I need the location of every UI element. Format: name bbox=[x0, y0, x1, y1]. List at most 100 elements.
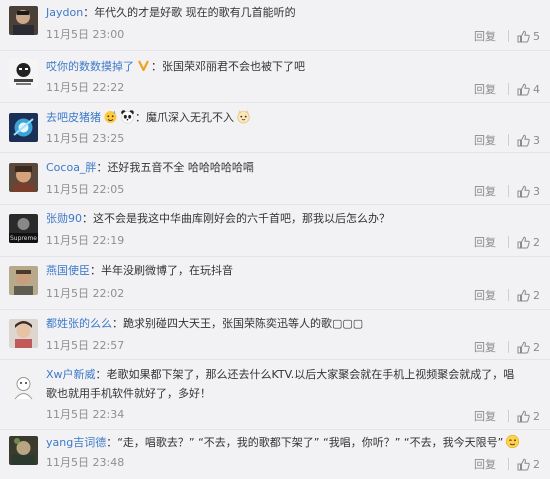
comment-time: 11月5日 22:05 bbox=[46, 183, 125, 196]
thumbs-up-icon bbox=[517, 458, 530, 470]
like-button[interactable]: 3 bbox=[517, 134, 540, 147]
like-button[interactable]: 2 bbox=[517, 341, 540, 354]
comment-separator: ： bbox=[96, 161, 108, 174]
like-count: 3 bbox=[533, 184, 540, 198]
comment-time: 11月5日 22:02 bbox=[46, 287, 125, 300]
like-count: 4 bbox=[533, 82, 540, 96]
like-count: 2 bbox=[533, 409, 540, 423]
avatar[interactable] bbox=[9, 266, 38, 295]
comment-time: 11月5日 22:34 bbox=[46, 408, 125, 421]
reply-button[interactable]: 回复 bbox=[474, 339, 496, 355]
sweat-emoji-icon bbox=[103, 109, 118, 124]
comment-text: 张国荣邓丽君不会也被下了吧 bbox=[162, 60, 305, 73]
comment-username[interactable]: yang吉词德 bbox=[46, 436, 106, 449]
reply-button[interactable]: 回复 bbox=[474, 456, 496, 472]
panda-emoji-icon bbox=[120, 109, 135, 124]
like-button[interactable]: 3 bbox=[517, 185, 540, 198]
action-divider bbox=[508, 83, 509, 95]
reply-button[interactable]: 回复 bbox=[474, 234, 496, 250]
comment-text: 年代久的才是好歌 现在的歌有几首能听的 bbox=[94, 6, 296, 19]
reply-button[interactable]: 回复 bbox=[474, 287, 496, 303]
reply-button[interactable]: 回复 bbox=[474, 28, 496, 44]
comment-item: Cocoa_胖：还好我五音不全 哈哈哈哈哈嗝 11月5日 22:05 回复 3 bbox=[0, 153, 550, 205]
avatar[interactable] bbox=[9, 163, 38, 192]
thumbs-up-icon bbox=[517, 134, 530, 146]
avatar[interactable]: Supreme bbox=[9, 214, 38, 243]
action-divider bbox=[508, 134, 509, 146]
comment-time: 11月5日 23:25 bbox=[46, 132, 125, 145]
like-button[interactable]: 2 bbox=[517, 458, 540, 471]
comment-username[interactable]: 哎你的数数摸掉了 bbox=[46, 60, 134, 73]
comment-text: 还好我五音不全 哈哈哈哈哈嗝 bbox=[107, 161, 254, 174]
like-count: 2 bbox=[533, 340, 540, 354]
thumbs-up-icon bbox=[517, 289, 530, 301]
comment-time: 11月5日 22:22 bbox=[46, 81, 125, 94]
comment-item: Supreme 张勋90：这不会是我这中华曲库刚好会的六千首吧，那我以后怎么办？… bbox=[0, 205, 550, 257]
comment-separator: ： bbox=[112, 317, 123, 330]
comment-separator: ： bbox=[106, 436, 118, 449]
comment-separator: ： bbox=[151, 60, 162, 73]
comment-separator: ： bbox=[95, 368, 107, 381]
comment-time: 11月5日 23:48 bbox=[46, 456, 125, 469]
action-divider bbox=[508, 341, 509, 353]
comment-username[interactable]: Xw户新威 bbox=[46, 368, 96, 381]
comment-username[interactable]: Jaydon bbox=[46, 6, 83, 19]
like-button[interactable]: 2 bbox=[517, 289, 540, 302]
cat-emoji-icon bbox=[236, 109, 251, 124]
avatar[interactable] bbox=[9, 113, 38, 142]
comment-item: 去吧皮猪猪 ：魔爪深入无孔不入 11月5日 23:25 回复 3 bbox=[0, 103, 550, 153]
comment-username[interactable]: 燕国使臣 bbox=[46, 264, 90, 277]
like-button[interactable]: 2 bbox=[517, 236, 540, 249]
like-count: 2 bbox=[533, 457, 540, 471]
reply-button[interactable]: 回复 bbox=[474, 81, 496, 97]
action-divider bbox=[508, 410, 509, 422]
thumbs-up-icon bbox=[517, 236, 530, 248]
comment-separator: ： bbox=[135, 111, 146, 124]
comment-text-continued: 歌也就用手机软件就好了，多好！ bbox=[46, 387, 211, 400]
reply-button[interactable]: 回复 bbox=[474, 408, 496, 424]
reply-button[interactable]: 回复 bbox=[474, 132, 496, 148]
comment-text: 跪求别碰四大天王，张国荣陈奕迅等人的歌▢▢▢ bbox=[123, 317, 364, 330]
thumbs-up-icon bbox=[517, 341, 530, 353]
comment-item: 哎你的数数摸掉了 ：张国荣邓丽君不会也被下了吧 11月5日 22:22 回复 4 bbox=[0, 51, 550, 103]
like-count: 2 bbox=[533, 235, 540, 249]
thumbs-up-icon bbox=[517, 30, 530, 42]
like-button[interactable]: 4 bbox=[517, 83, 540, 96]
comment-item: 燕国使臣：半年没刷微博了，在玩抖音 11月5日 22:02 回复 2 bbox=[0, 257, 550, 310]
svg-text:Supreme: Supreme bbox=[10, 235, 37, 242]
avatar[interactable] bbox=[9, 59, 38, 88]
avatar[interactable] bbox=[9, 319, 38, 348]
action-divider bbox=[508, 236, 509, 248]
like-count: 5 bbox=[533, 29, 540, 43]
comment-time: 11月5日 23:00 bbox=[46, 28, 125, 41]
comment-username[interactable]: 去吧皮猪猪 bbox=[46, 111, 101, 124]
comment-username[interactable]: 都姓张的么么 bbox=[46, 317, 112, 330]
action-divider bbox=[508, 30, 509, 42]
comment-item: Xw户新威：老歌如果都下架了，那么还去什么KTV.以后大家聚会就在手机上视频聚会… bbox=[0, 360, 550, 430]
reply-button[interactable]: 回复 bbox=[474, 183, 496, 199]
avatar[interactable] bbox=[9, 6, 38, 35]
comment-text: 老歌如果都下架了，那么还去什么KTV.以后大家聚会就在手机上视频聚会就成了，唱 bbox=[106, 368, 515, 381]
comment-item: yang吉词德：“走，唱歌去？” “不去，我的歌都下架了” “我唱，你听？” “… bbox=[0, 430, 550, 479]
comment-time: 11月5日 22:57 bbox=[46, 339, 125, 352]
comment-text: 半年没刷微博了，在玩抖音 bbox=[101, 264, 233, 277]
thumbs-up-icon bbox=[517, 410, 530, 422]
avatar[interactable] bbox=[9, 436, 38, 465]
comment-username[interactable]: 张勋90 bbox=[46, 212, 82, 225]
comment-separator: ： bbox=[90, 264, 101, 277]
comment-username[interactable]: Cocoa_胖 bbox=[46, 161, 96, 174]
comment-text: 这不会是我这中华曲库刚好会的六千首吧，那我以后怎么办？ bbox=[93, 212, 390, 225]
vip-v-icon bbox=[136, 58, 151, 73]
avatar[interactable] bbox=[9, 372, 38, 401]
comment-separator: ： bbox=[82, 212, 93, 225]
like-count: 3 bbox=[533, 133, 540, 147]
wink-emoji-icon bbox=[505, 434, 520, 449]
comment-text: “走，唱歌去？” “不去，我的歌都下架了” “我唱，你听？” “不去，我今天限号… bbox=[117, 436, 504, 449]
thumbs-up-icon bbox=[517, 83, 530, 95]
comment-time: 11月5日 22:19 bbox=[46, 234, 125, 247]
comment-separator: ： bbox=[83, 6, 95, 19]
like-button[interactable]: 2 bbox=[517, 410, 540, 423]
like-button[interactable]: 5 bbox=[517, 30, 540, 43]
comment-text: 魔爪深入无孔不入 bbox=[146, 111, 234, 124]
comment-list: Jaydon：年代久的才是好歌 现在的歌有几首能听的 11月5日 23:00 回… bbox=[0, 0, 550, 479]
